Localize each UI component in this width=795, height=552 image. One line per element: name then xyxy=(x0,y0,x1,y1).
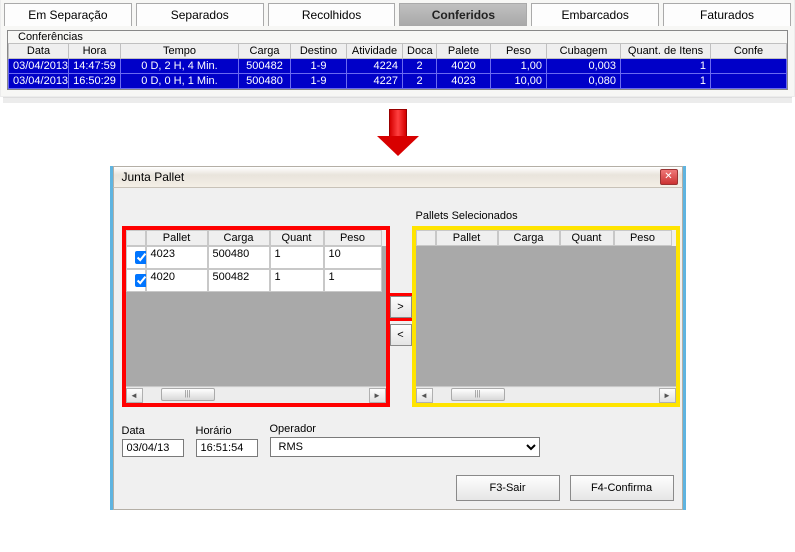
scroll-left-icon[interactable]: ◄ xyxy=(416,388,433,403)
move-right-button[interactable]: > xyxy=(390,296,412,318)
horario-field[interactable] xyxy=(196,439,258,457)
h-scrollbar[interactable]: ◄ ||| ► xyxy=(416,386,676,403)
data-label: Data xyxy=(122,425,184,437)
status-tabs: Em Separação Separados Recolhidos Confer… xyxy=(4,3,791,26)
tab-faturados[interactable]: Faturados xyxy=(663,3,791,26)
junta-pallet-dialog: Junta Pallet ✕ Pallet Carga Quant Peso xyxy=(110,166,686,510)
selected-pallets-box: Pallets Selecionados Pallet Carga Quant … xyxy=(412,226,680,407)
tab-separados[interactable]: Separados xyxy=(136,3,264,26)
operador-select[interactable]: RMS xyxy=(270,437,540,457)
conferencias-grid[interactable]: Data Hora Tempo Carga Destino Atividade … xyxy=(8,43,787,89)
arrow-down-icon xyxy=(377,109,419,156)
operador-label: Operador xyxy=(270,423,540,435)
scroll-right-icon[interactable]: ► xyxy=(369,388,386,403)
group-title: Conferências xyxy=(14,31,87,43)
scroll-left-icon[interactable]: ◄ xyxy=(126,388,143,403)
table-row[interactable]: 03/04/2013 16:50:29 0 D, 0 H, 1 Min. 500… xyxy=(9,74,787,89)
scroll-right-icon[interactable]: ► xyxy=(659,388,676,403)
conferencias-group: Conferências Data Hora Tempo Carga Desti… xyxy=(7,30,788,90)
tab-conferidos[interactable]: Conferidos xyxy=(399,3,527,26)
h-scrollbar[interactable]: ◄ ||| ► xyxy=(126,386,386,403)
tab-recolhidos[interactable]: Recolhidos xyxy=(268,3,396,26)
available-pallets-box: Pallet Carga Quant Peso 4023 500480 1 10 xyxy=(122,226,390,407)
table-row[interactable]: 03/04/2013 14:47:59 0 D, 2 H, 4 Min. 500… xyxy=(9,59,787,74)
data-field[interactable] xyxy=(122,439,184,457)
close-icon[interactable]: ✕ xyxy=(660,169,678,185)
list-item[interactable]: 4023 500480 1 10 xyxy=(126,246,386,269)
horario-label: Horário xyxy=(196,425,258,437)
move-left-button[interactable]: < xyxy=(390,324,412,346)
confirm-button[interactable]: F4-Confirma xyxy=(570,475,674,501)
exit-button[interactable]: F3-Sair xyxy=(456,475,560,501)
dialog-title: Junta Pallet xyxy=(122,170,185,184)
selected-legend: Pallets Selecionados xyxy=(416,210,518,222)
list-item[interactable]: 4020 500482 1 1 xyxy=(126,269,386,292)
selected-pallets-grid[interactable]: Pallet Carga Quant Peso ◄ ||| ► xyxy=(416,230,676,403)
available-pallets-grid[interactable]: Pallet Carga Quant Peso 4023 500480 1 10 xyxy=(126,230,386,403)
tab-embarcados[interactable]: Embarcados xyxy=(531,3,659,26)
grid-header-row: Data Hora Tempo Carga Destino Atividade … xyxy=(9,44,787,59)
tab-em-separacao[interactable]: Em Separação xyxy=(4,3,132,26)
